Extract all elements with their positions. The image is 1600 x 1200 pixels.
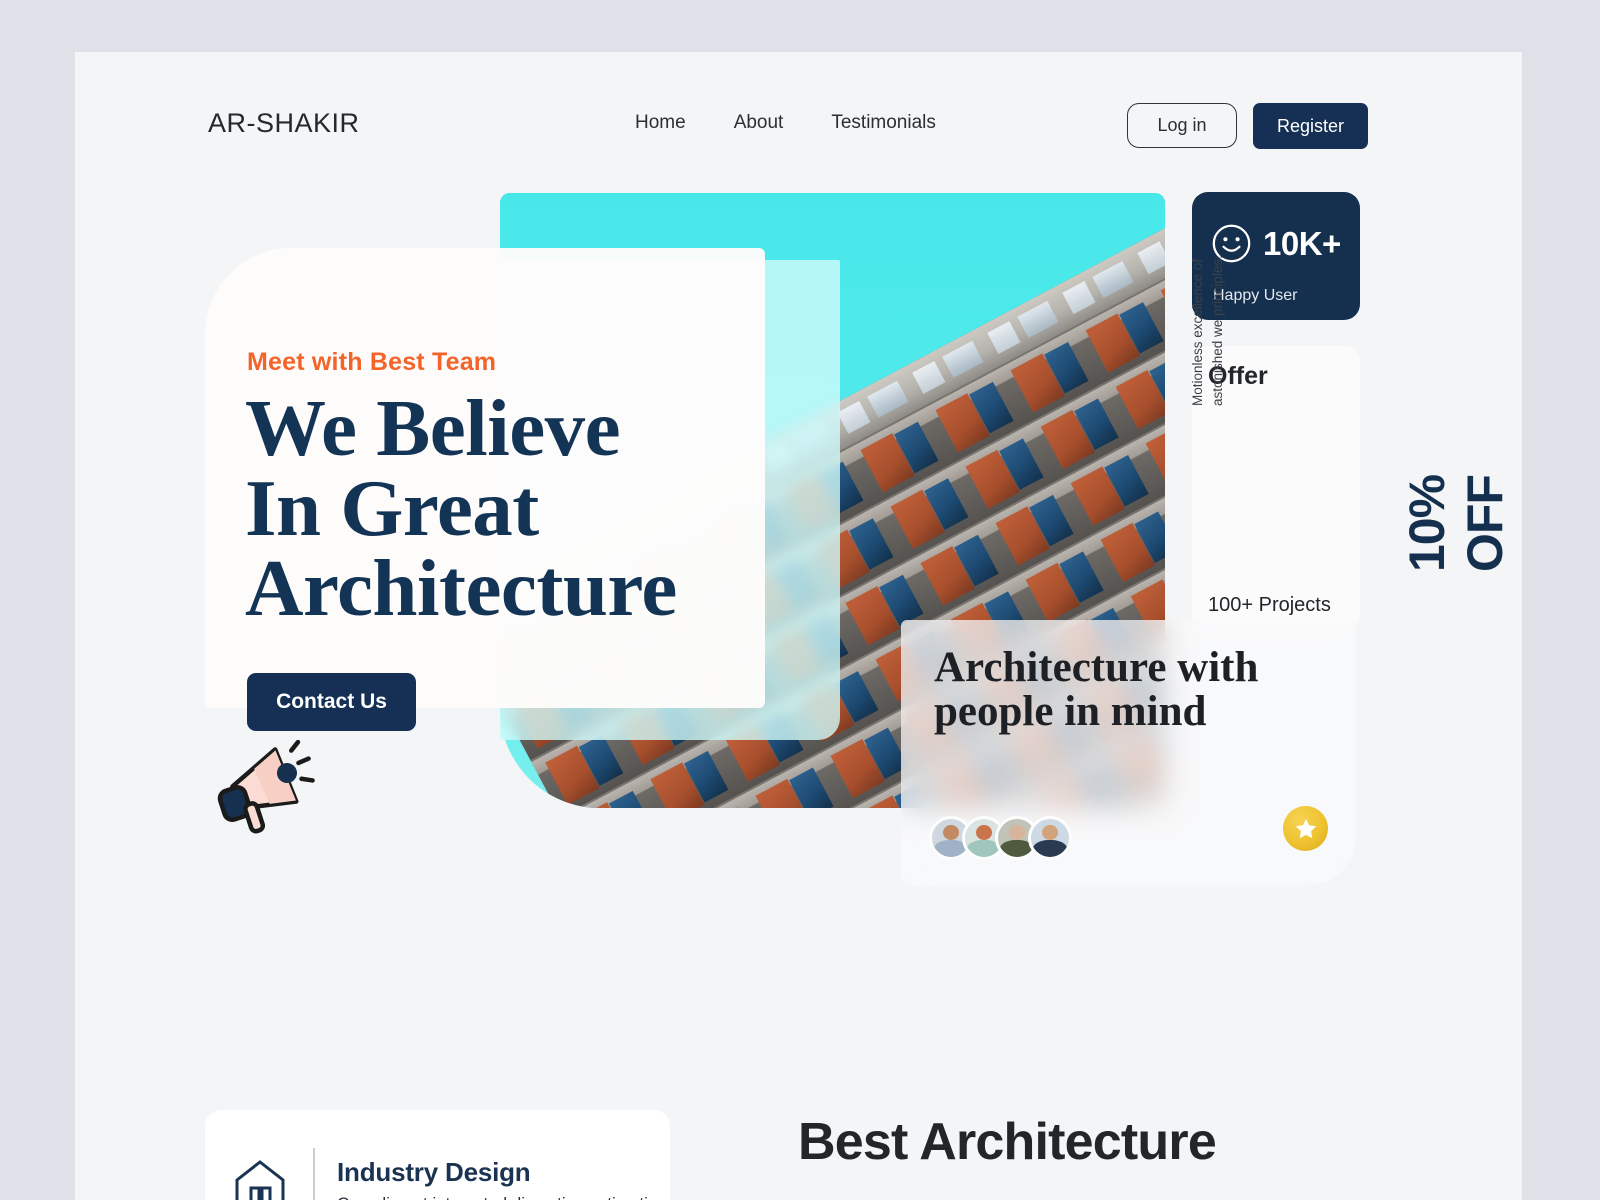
house-icon [229, 1154, 291, 1200]
top-navbar: AR-SHAKIR Home About Testimonials Log in… [75, 52, 1522, 202]
avatar [1028, 816, 1072, 860]
industry-design-card[interactable]: Industry Design Compliment interested di… [205, 1110, 670, 1200]
best-architecture-heading: Best Architecture [798, 1113, 1217, 1171]
nav-item-about[interactable]: About [734, 112, 784, 134]
star-badge [1283, 806, 1328, 851]
avatar-group[interactable] [929, 816, 1072, 860]
primary-nav: Home About Testimonials [635, 112, 936, 134]
industry-title: Industry Design [337, 1156, 531, 1187]
quote-glass-card: Architecture with people in mind [901, 620, 1356, 885]
auth-buttons: Log in Register [1127, 103, 1368, 149]
star-icon [1295, 818, 1316, 838]
offer-card: Offer Motionless excellence of astonishe… [1190, 255, 1513, 631]
nav-item-home[interactable]: Home [635, 112, 686, 134]
register-button[interactable]: Register [1253, 103, 1368, 149]
site-logo[interactable]: AR-SHAKIR [208, 108, 360, 139]
offer-description: Motionless excellence of astonished we p… [1190, 255, 1225, 406]
page-canvas: AR-SHAKIR Home About Testimonials Log in… [75, 52, 1522, 1200]
divider [313, 1148, 315, 1200]
hero-eyebrow: Meet with Best Team [247, 348, 497, 376]
nav-item-testimonials[interactable]: Testimonials [831, 112, 936, 134]
login-button[interactable]: Log in [1127, 103, 1237, 148]
hero-text-card: Meet with Best Team We Believe In Great … [205, 248, 765, 731]
offer-projects-count: 100+ Projects [1208, 594, 1331, 616]
megaphone-icon [200, 732, 320, 842]
offer-discount: 10% OFF [1399, 474, 1513, 572]
contact-us-button[interactable]: Contact Us [247, 673, 416, 731]
stat-row: 10K+ [1211, 223, 1341, 264]
quote-text: Architecture with people in mind [934, 644, 1259, 735]
industry-text: Industry Design Compliment interested di… [337, 1157, 667, 1200]
stat-value: 10K+ [1263, 224, 1341, 262]
industry-subtitle: Compliment interested discretion estimat… [337, 1194, 667, 1200]
hero-headline: We Believe In Great Architecture [245, 383, 677, 634]
